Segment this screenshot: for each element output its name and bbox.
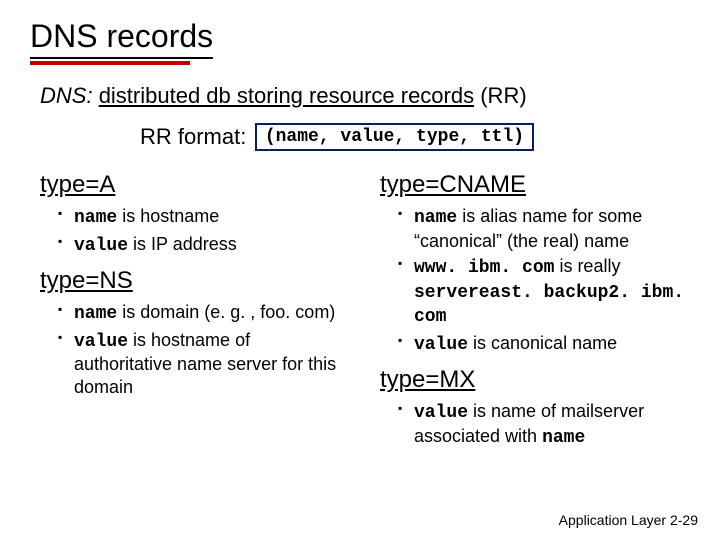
type-ns-head: type=NS xyxy=(40,267,350,295)
type-cname-head: type=CNAME xyxy=(380,171,690,199)
footer-chapter: Application Layer xyxy=(559,512,666,528)
text: is canonical name xyxy=(468,333,617,353)
code-host: www. ibm. com xyxy=(414,258,554,278)
code-name: name xyxy=(542,428,585,448)
list-item: name is domain (e. g. , foo. com) xyxy=(58,301,350,326)
list-item: name is alias name for some “canonical” … xyxy=(398,205,690,252)
code-name: name xyxy=(74,208,117,228)
slide-title: DNS records xyxy=(30,18,213,59)
code-name: name xyxy=(414,208,457,228)
text: is really xyxy=(554,256,620,276)
code-host: servereast. backup2. ibm. com xyxy=(414,283,684,328)
list-item: value is hostname of authoritative name … xyxy=(58,329,350,399)
intro-definition: distributed db storing resource records xyxy=(99,83,474,108)
code-value: value xyxy=(414,403,468,423)
list-item: value is name of mailserver associated w… xyxy=(398,400,690,449)
rr-format-label: RR format: xyxy=(140,124,246,150)
code-value: value xyxy=(74,236,128,256)
slide-title-block: DNS records xyxy=(30,18,690,65)
type-a-head: type=A xyxy=(40,171,350,199)
type-ns-list: name is domain (e. g. , foo. com) value … xyxy=(58,301,350,398)
type-mx-head: type=MX xyxy=(380,366,690,394)
code-value: value xyxy=(414,335,468,355)
intro-rr: (RR) xyxy=(480,83,526,108)
left-column: type=A name is hostname value is IP addr… xyxy=(40,167,350,459)
list-item: www. ibm. com is really servereast. back… xyxy=(398,255,690,329)
code-value: value xyxy=(74,332,128,352)
rr-format-box: (name, value, type, ttl) xyxy=(255,123,534,151)
intro-dns: DNS: xyxy=(40,83,93,108)
type-mx-list: value is name of mailserver associated w… xyxy=(398,400,690,449)
text: is domain (e. g. , foo. com) xyxy=(117,302,335,322)
right-column: type=CNAME name is alias name for some “… xyxy=(380,167,690,459)
list-item: name is hostname xyxy=(58,205,350,230)
list-item: value is IP address xyxy=(58,233,350,258)
type-cname-list: name is alias name for some “canonical” … xyxy=(398,205,690,356)
footer: Application Layer 2-29 xyxy=(559,512,698,528)
code-name: name xyxy=(74,304,117,324)
text: is hostname xyxy=(117,206,219,226)
columns: type=A name is hostname value is IP addr… xyxy=(40,167,690,459)
type-a-list: name is hostname value is IP address xyxy=(58,205,350,257)
list-item: value is canonical name xyxy=(398,332,690,357)
intro-line: DNS: distributed db storing resource rec… xyxy=(40,83,690,109)
title-underline-accent xyxy=(30,61,190,65)
footer-page: 2-29 xyxy=(666,512,698,528)
text: is IP address xyxy=(128,234,237,254)
rr-format-row: RR format: (name, value, type, ttl) xyxy=(140,123,690,151)
